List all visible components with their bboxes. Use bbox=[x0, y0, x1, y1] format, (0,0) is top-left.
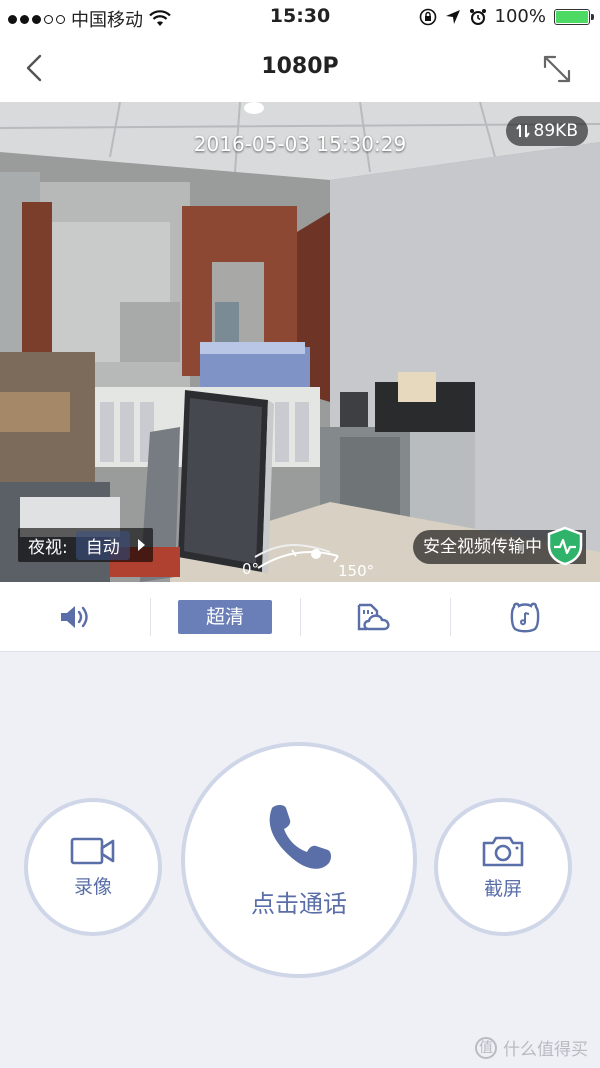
watermark-logo: 值 bbox=[475, 1036, 497, 1059]
data-rate-badge: 89KB bbox=[505, 116, 588, 146]
camera-icon bbox=[482, 836, 524, 866]
alarm-icon bbox=[469, 8, 486, 25]
video-camera-icon bbox=[70, 837, 115, 864]
pan-end-angle: 150° bbox=[338, 562, 375, 580]
rotation-lock-icon bbox=[419, 8, 436, 25]
pan-angle-indicator[interactable]: 0° 150° bbox=[236, 542, 386, 582]
speaker-icon bbox=[61, 605, 88, 628]
shield-icon bbox=[547, 526, 583, 566]
phone-icon bbox=[269, 804, 331, 869]
watermark: 值 什么值得买 bbox=[475, 1035, 588, 1060]
chevron-right-icon bbox=[137, 539, 145, 551]
battery-percent: 100% bbox=[494, 6, 546, 27]
quality-label: 超清 bbox=[178, 599, 272, 634]
sticker-button[interactable] bbox=[450, 582, 600, 651]
data-rate-text: 89KB bbox=[533, 121, 578, 141]
talk-label: 点击通话 bbox=[251, 889, 347, 918]
sticker-icon bbox=[510, 602, 540, 632]
record-label: 录像 bbox=[73, 875, 112, 898]
night-vision-value: 自动 bbox=[75, 530, 130, 560]
screenshot-button[interactable]: 截屏 bbox=[434, 798, 572, 936]
fullscreen-icon[interactable] bbox=[540, 52, 574, 86]
quality-button[interactable]: 超清 bbox=[150, 582, 300, 651]
night-vision-control[interactable]: 夜视: 自动 bbox=[18, 528, 153, 562]
volume-button[interactable] bbox=[0, 582, 150, 651]
status-bar: 中国移动 15:30 100% bbox=[0, 0, 600, 34]
transfer-icon bbox=[515, 124, 530, 138]
screenshot-label: 截屏 bbox=[483, 877, 522, 900]
office-scene-image bbox=[0, 102, 600, 582]
cloud-storage-button[interactable] bbox=[300, 582, 450, 651]
talk-button[interactable]: 点击通话 bbox=[181, 742, 417, 978]
battery-icon bbox=[554, 8, 594, 25]
record-button[interactable]: 录像 bbox=[24, 798, 162, 936]
video-toolbar: 超清 bbox=[0, 582, 600, 652]
status-right: 100% bbox=[419, 6, 594, 27]
nav-bar: 1080P bbox=[0, 34, 600, 102]
app-screen: 中国移动 15:30 100% 1080P 2016-05-03 15:30:2… bbox=[0, 0, 600, 1068]
sd-cloud-icon bbox=[357, 603, 390, 630]
camera-video-feed[interactable]: 2016-05-03 15:30:29 89KB 夜视: 自动 安全视频传输中 … bbox=[0, 102, 600, 582]
page-title: 1080P bbox=[261, 54, 339, 79]
night-vision-label: 夜视: bbox=[28, 537, 68, 558]
location-icon bbox=[445, 9, 460, 24]
pan-start-angle: 0° bbox=[242, 560, 260, 578]
watermark-text: 什么值得买 bbox=[503, 1040, 588, 1060]
